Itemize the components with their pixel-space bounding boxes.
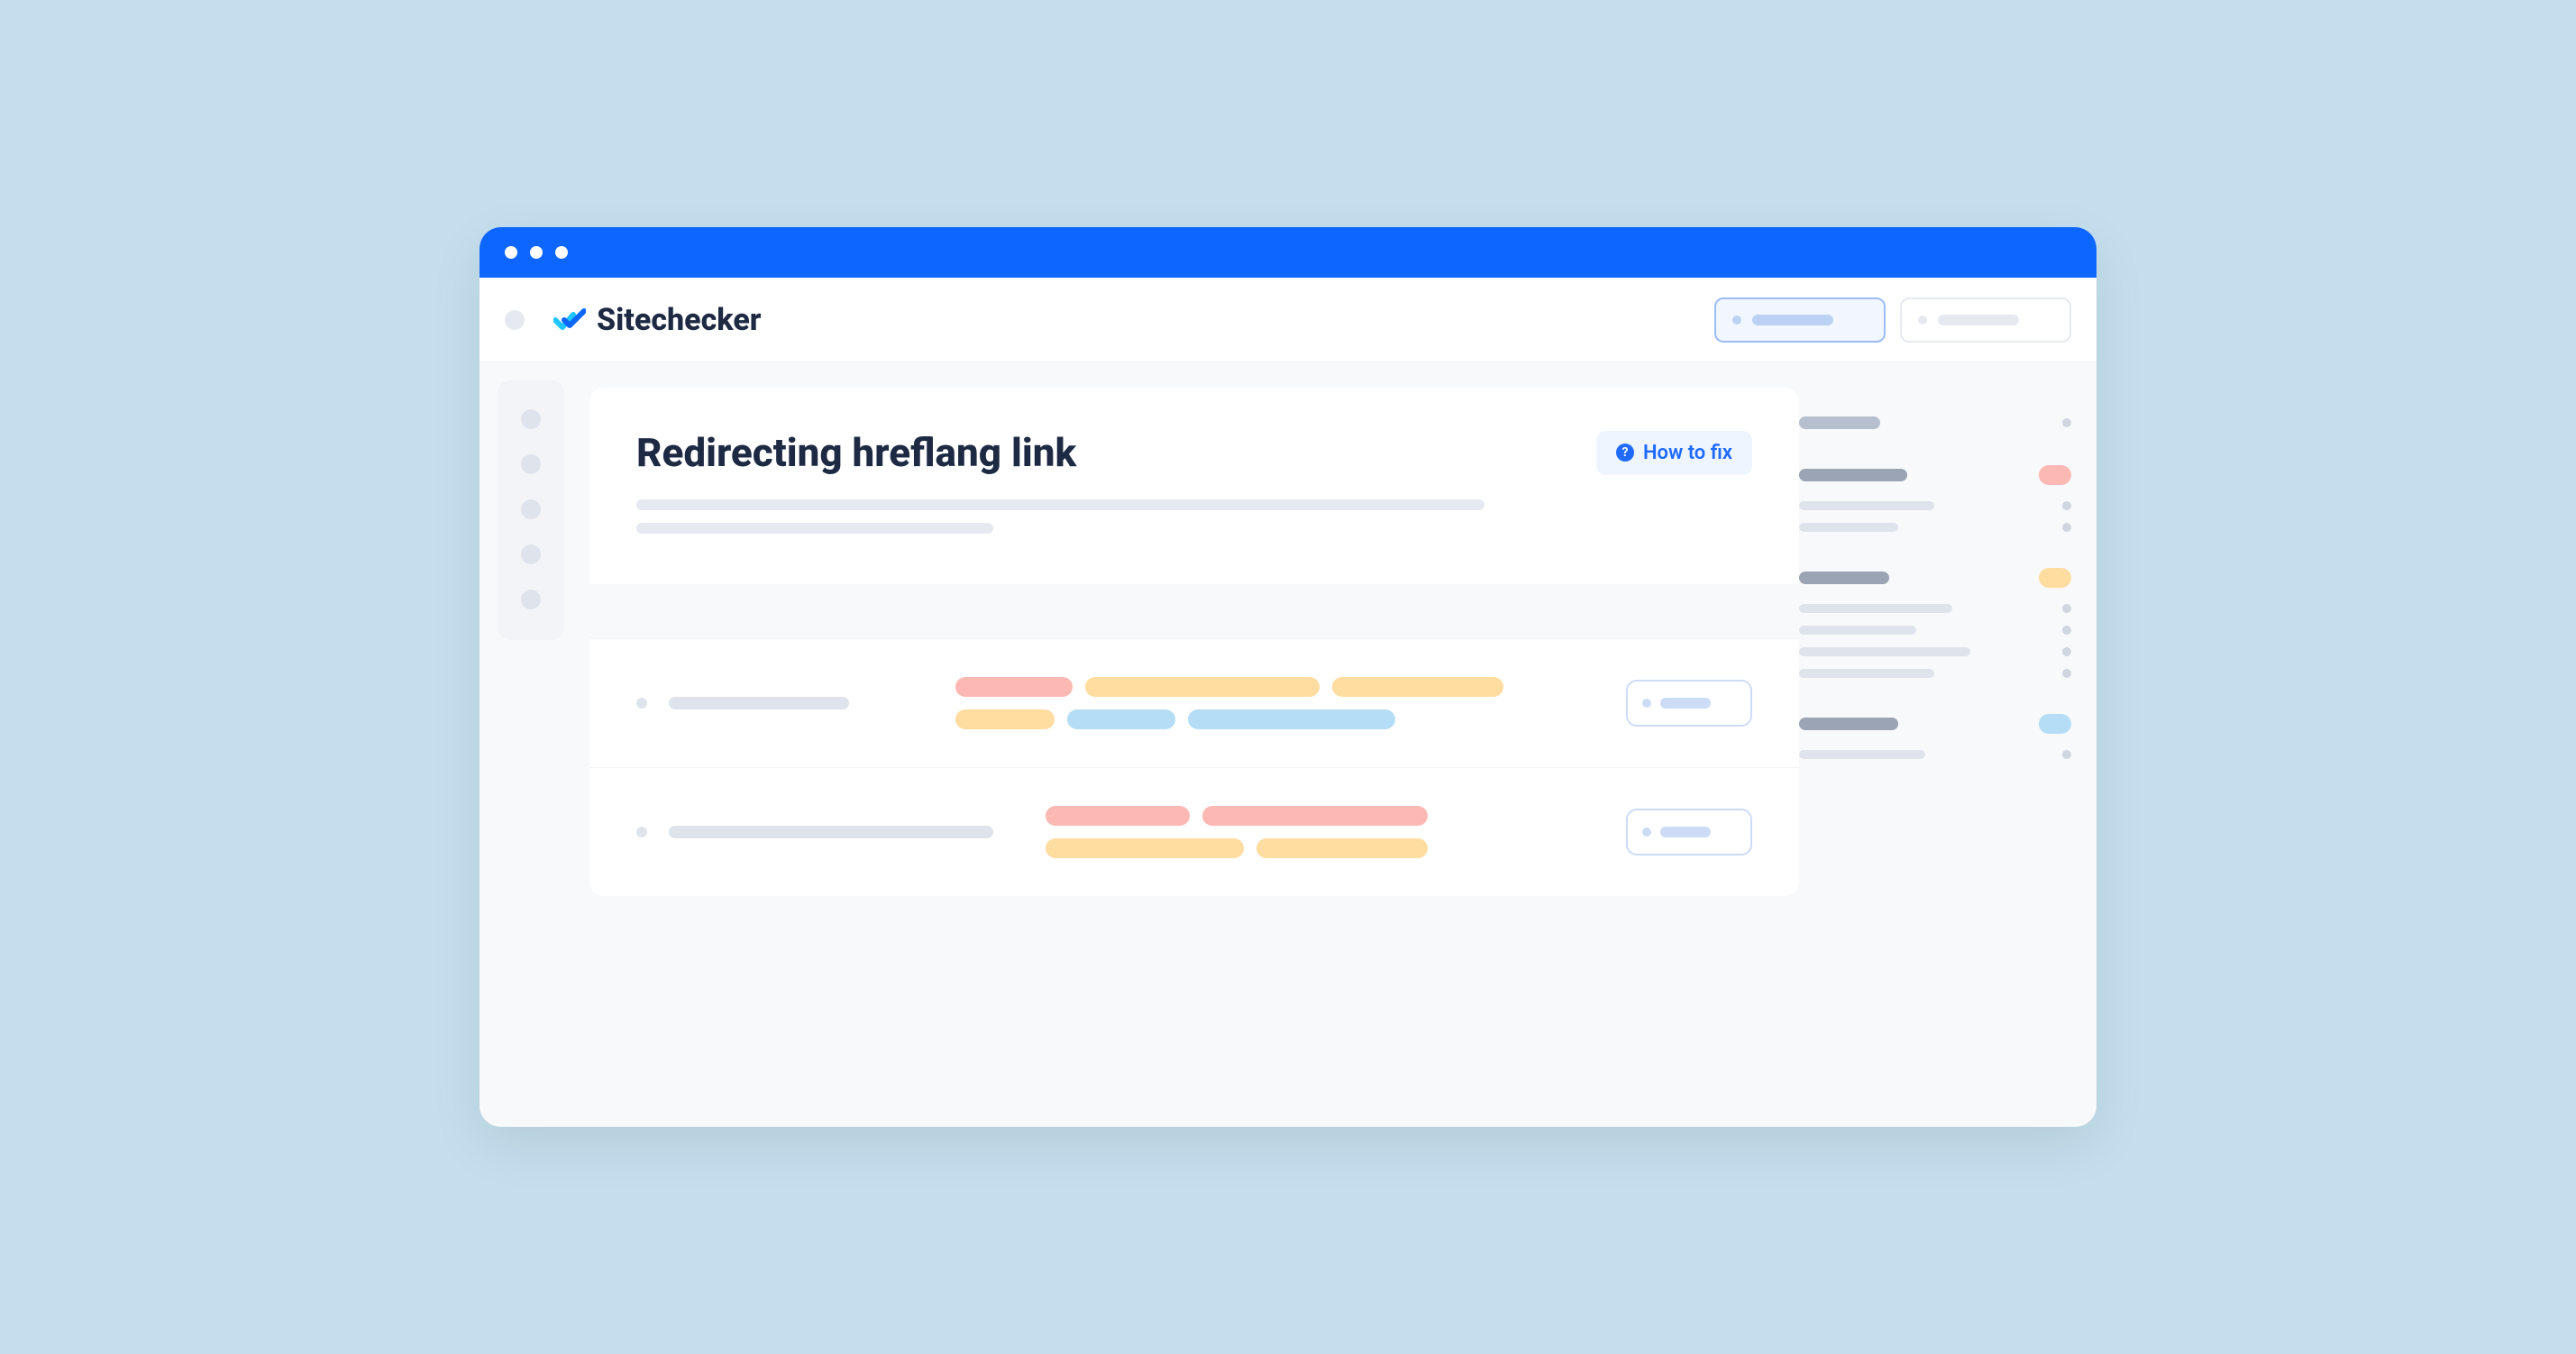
section-heading-placeholder: [1799, 572, 1889, 584]
main-content: Redirecting hreflang link ? How to fix: [564, 362, 1799, 1127]
row-url-placeholder: [669, 826, 993, 838]
summary-section: [1799, 465, 2071, 532]
help-icon: ?: [1616, 444, 1634, 462]
tag-pill: [1067, 709, 1175, 729]
tag-pill: [1188, 709, 1395, 729]
summary-row[interactable]: [1799, 523, 2071, 532]
window-titlebar: [480, 227, 2096, 278]
sidebar-nav: [498, 380, 564, 640]
section-heading-placeholder: [1799, 416, 1880, 429]
summary-row[interactable]: [1799, 669, 2071, 678]
tag-pill: [1046, 806, 1190, 826]
summary-sidebar: [1799, 362, 2096, 1127]
panel-header: Redirecting hreflang link ? How to fix: [589, 388, 1799, 584]
description-placeholder: [636, 499, 1484, 510]
section-heading-placeholder: [1799, 469, 1907, 481]
tag-pill: [1085, 677, 1320, 697]
description-placeholder: [636, 523, 993, 534]
row-action-button[interactable]: [1626, 809, 1752, 855]
tag-pill: [1256, 838, 1428, 858]
summary-section: [1799, 416, 2071, 429]
section-divider: [589, 584, 1799, 638]
summary-row[interactable]: [1799, 647, 2071, 656]
status-dot: [2062, 418, 2071, 427]
tag-pill: [1046, 838, 1244, 858]
severity-chip-critical: [2039, 465, 2071, 485]
menu-toggle[interactable]: [505, 310, 525, 330]
row-bullet: [636, 698, 647, 709]
sidebar-item[interactable]: [521, 544, 541, 564]
summary-row[interactable]: [1799, 750, 2071, 759]
severity-chip-warning: [2039, 568, 2071, 588]
brand-name: Sitechecker: [597, 302, 761, 338]
summary-section: [1799, 568, 2071, 678]
row-action-button[interactable]: [1626, 680, 1752, 727]
tag-pill: [1332, 677, 1503, 697]
app-body: Redirecting hreflang link ? How to fix: [480, 362, 2096, 1127]
tag-pill: [1202, 806, 1428, 826]
sidebar-item[interactable]: [521, 499, 541, 519]
sidebar-item[interactable]: [521, 590, 541, 609]
tag-pill: [955, 709, 1055, 729]
sidebar-item[interactable]: [521, 409, 541, 429]
app-header: Sitechecker: [480, 278, 2096, 362]
header-action-secondary[interactable]: [1900, 297, 2071, 343]
row-url-placeholder: [669, 697, 849, 709]
row-bullet: [636, 827, 647, 837]
summary-row[interactable]: [1799, 501, 2071, 510]
summary-row[interactable]: [1799, 604, 2071, 613]
severity-chip-notice: [2039, 714, 2071, 734]
row-tags: [955, 677, 1604, 729]
how-to-fix-label: How to fix: [1643, 442, 1732, 464]
brand-logo[interactable]: Sitechecker: [553, 302, 761, 338]
row-tags: [1046, 806, 1604, 858]
header-action-primary[interactable]: [1714, 297, 1886, 343]
tag-pill: [955, 677, 1073, 697]
issue-row: [589, 638, 1799, 767]
issue-panel: Redirecting hreflang link ? How to fix: [589, 388, 1799, 896]
window-control-close[interactable]: [505, 246, 517, 259]
summary-row[interactable]: [1799, 626, 2071, 635]
summary-section: [1799, 714, 2071, 759]
section-heading-placeholder: [1799, 718, 1898, 730]
how-to-fix-button[interactable]: ? How to fix: [1596, 431, 1752, 475]
window-control-maximize[interactable]: [555, 246, 568, 259]
checkmark-icon: [553, 307, 586, 333]
sidebar-item[interactable]: [521, 454, 541, 474]
page-title: Redirecting hreflang link: [636, 429, 1076, 476]
window-control-minimize[interactable]: [530, 246, 543, 259]
issue-row: [589, 767, 1799, 896]
app-window: Sitechecker Redirecting hreflang link: [480, 227, 2096, 1127]
